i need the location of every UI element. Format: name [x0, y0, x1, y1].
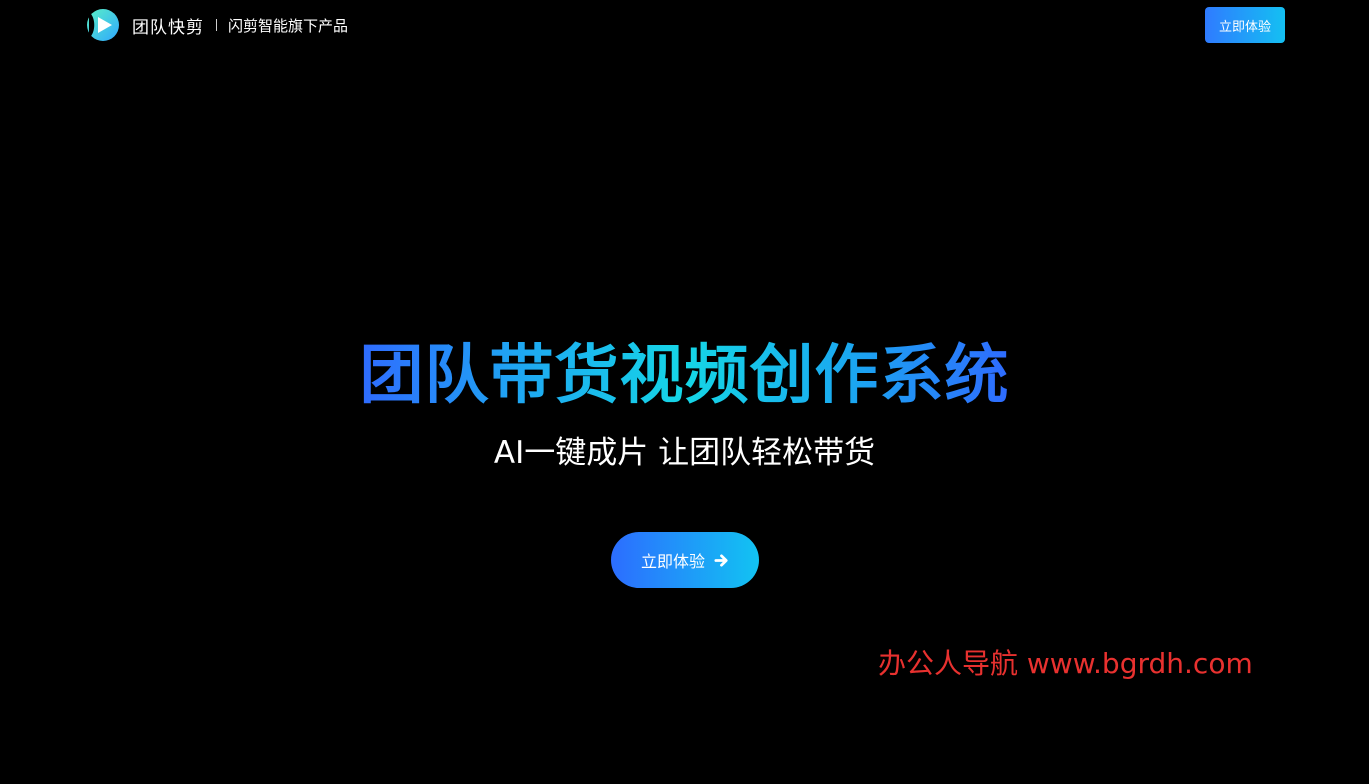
- top-navbar: 团队快剪 闪剪智能旗下产品 立即体验: [0, 0, 1369, 50]
- play-logo-icon: [87, 9, 119, 41]
- hero-title: 团队带货视频创作系统: [0, 334, 1369, 418]
- hero-try-now-button[interactable]: 立即体验: [611, 532, 759, 588]
- brand-tagline: 闪剪智能旗下产品: [228, 16, 349, 35]
- header-try-now-button[interactable]: 立即体验: [1205, 7, 1285, 43]
- hero-subtitle: AI一键成片 让团队轻松带货: [493, 435, 876, 471]
- hero-title-text: 团队带货视频创作系统: [359, 339, 1010, 413]
- brand-name: 团队快剪: [132, 17, 204, 38]
- watermark-text: 办公人导航 www.bgrdh.com: [878, 647, 1253, 680]
- hero-cta-label: 立即体验: [640, 552, 705, 571]
- brand-divider: [216, 19, 217, 31]
- arrow-right-icon: [714, 553, 728, 567]
- brand[interactable]: 团队快剪 闪剪智能旗下产品: [86, 8, 348, 42]
- page: 团队快剪 闪剪智能旗下产品 立即体验 团队带货视频创作系统 AI一键成片 让团队…: [0, 0, 1369, 784]
